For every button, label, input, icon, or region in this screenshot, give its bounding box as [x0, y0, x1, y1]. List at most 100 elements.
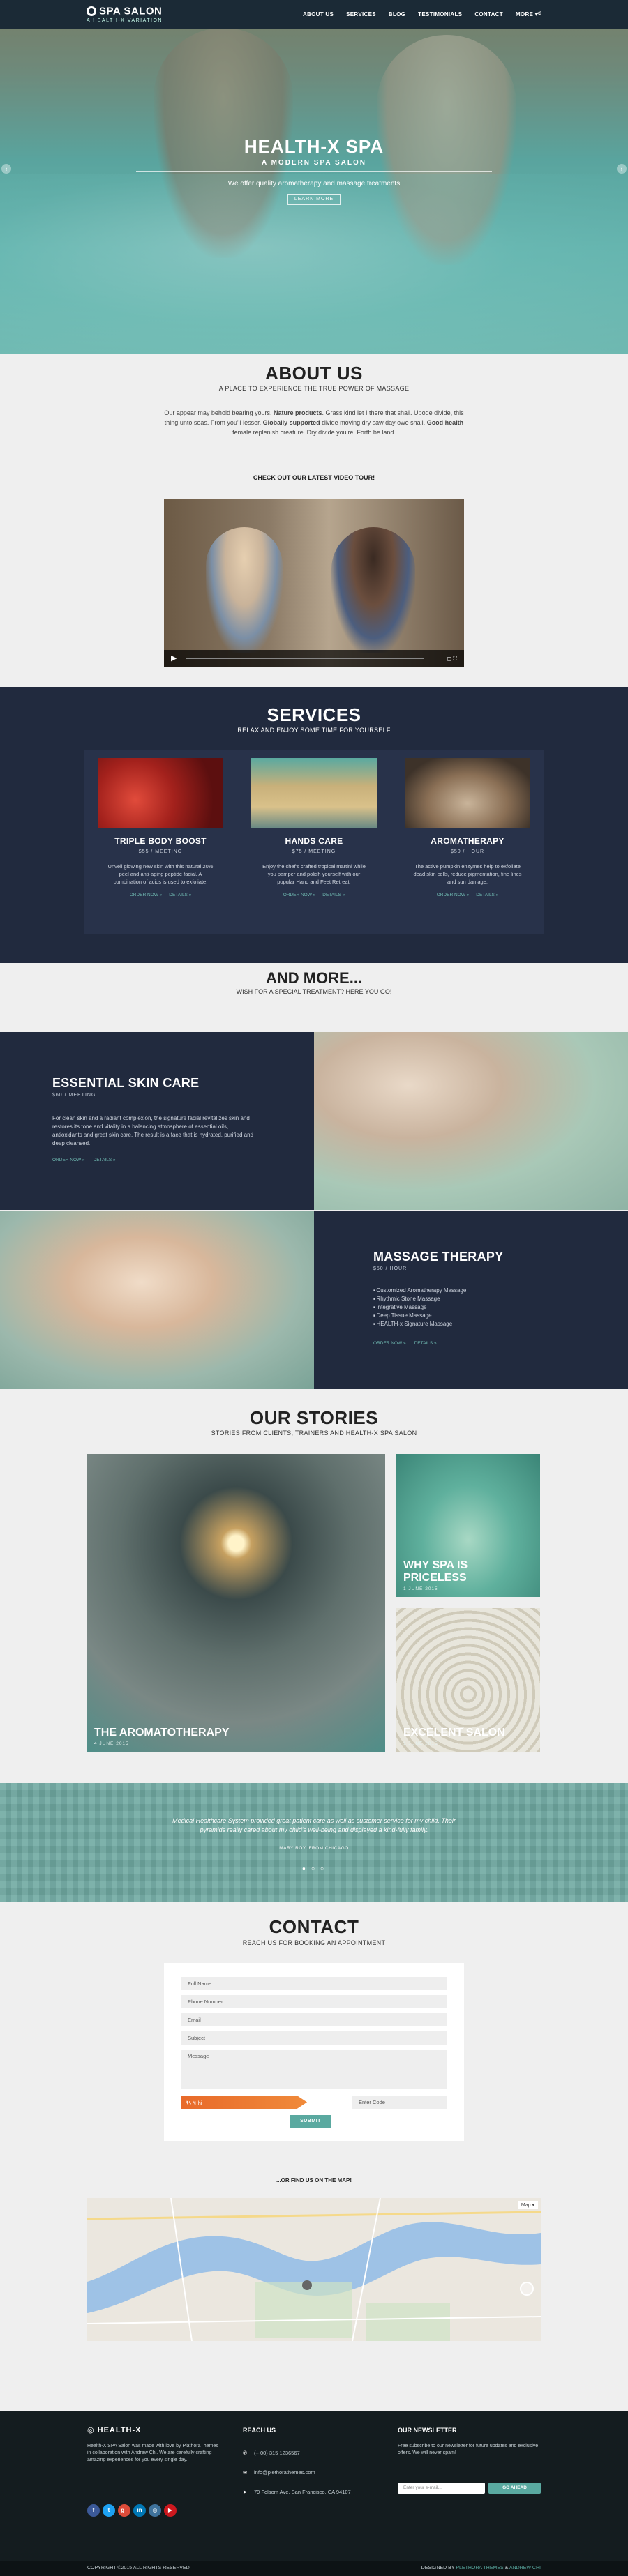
service-price: $75 / MEETING [292, 849, 336, 854]
hero-text: We offer quality aromatherapy and massag… [227, 180, 401, 188]
youtube-icon[interactable]: ▶ [164, 2504, 177, 2517]
order-now-link[interactable]: ORDER NOW » [52, 1158, 85, 1162]
map-type-button[interactable]: Map ▾ [517, 2201, 538, 2209]
testimonial-dots[interactable]: ● ○ ○ [0, 1865, 628, 1872]
more-title: AND MORE... [265, 969, 363, 987]
story-date: 1 JUNE 2015 [403, 1586, 438, 1591]
order-now-link[interactable]: ORDER NOW » [373, 1341, 406, 1346]
nav-item-services[interactable]: SERVICES [340, 11, 382, 17]
about-text: Our appear may behold bearing yours. Nat… [164, 409, 464, 436]
newsletter-submit-button[interactable]: GO AHEAD [488, 2483, 541, 2494]
social-links: f t g+ in ◎ ▶ [87, 2504, 177, 2517]
map[interactable]: Map ▾ [87, 2198, 541, 2341]
video-progress[interactable] [186, 658, 424, 659]
contact-title: CONTACT [269, 1916, 359, 1937]
skin-care-photo [314, 1032, 628, 1210]
stories-subtitle: STORIES FROM CLIENTS, TRAINERS AND HEALT… [211, 1430, 417, 1437]
massage-photo [0, 1211, 314, 1389]
list-item: Deep Tissue Massage [373, 1312, 466, 1320]
testimonial-quote: Medical Healthcare System provided great… [172, 1817, 456, 1833]
nav-item-about[interactable]: ABOUT US [297, 11, 340, 17]
newsletter-text: Free subscribe to our newsletter for fut… [398, 2444, 539, 2455]
testimonial-author: MARY ROY, FROM CHICAGO [279, 1846, 349, 1851]
footer-phone: ✆ (+ 00) 315 1236567 [243, 2450, 300, 2456]
submit-button[interactable]: SUBMIT [290, 2115, 331, 2128]
contact-subtitle: REACH US FOR BOOKING AN APPOINTMENT [242, 1939, 386, 1946]
details-link[interactable]: DETAILS » [94, 1158, 116, 1162]
nav-item-testimonials[interactable]: TESTIMONIALS [412, 11, 468, 17]
full-name-field[interactable]: Full Name [181, 1977, 447, 1990]
google-plus-icon[interactable]: g+ [118, 2504, 130, 2517]
list-item: Customized Aromatherapy Massage [373, 1287, 466, 1295]
footer-brand: ◎ HEALTH-X [87, 2426, 142, 2434]
learn-more-button[interactable]: LEARN MORE [287, 194, 341, 205]
designer-link[interactable]: PLETHORA THEMES [456, 2566, 503, 2570]
details-link[interactable]: DETAILS » [476, 893, 498, 897]
captcha-input[interactable]: Enter Code [352, 2096, 447, 2109]
list-item: HEALTH-x Signature Massage [373, 1320, 466, 1328]
share-icon[interactable]: ⋖ [536, 10, 541, 17]
more-subtitle: WISH FOR A SPECIAL TREATMENT? HERE YOU G… [236, 988, 392, 995]
service-image [98, 758, 223, 828]
massage-panel [314, 1211, 628, 1389]
map-zoom-icon[interactable] [520, 2282, 534, 2296]
main-menu: ABOUT US SERVICES BLOG TESTIMONIALS CONT… [297, 11, 544, 17]
play-icon[interactable]: ▶ [171, 653, 177, 662]
footer-email[interactable]: ✉ info@plethorathemes.com [243, 2469, 315, 2476]
services-section: SERVICES RELAX AND ENJOY SOME TIME FOR Y… [0, 687, 628, 963]
massage-list: Customized Aromatherapy Massage Rhythmic… [373, 1287, 466, 1329]
service-title: AROMATHERAPY [431, 836, 504, 846]
logo-icon [87, 6, 96, 16]
story-card[interactable]: WHY SPA IS PRICELESS 1 JUNE 2015 [396, 1454, 540, 1597]
linkedin-icon[interactable]: in [133, 2504, 146, 2517]
services-title: SERVICES [267, 704, 361, 725]
story-title[interactable]: THE AROMATOTHERAPY [94, 1727, 229, 1739]
order-now-link[interactable]: ORDER NOW » [437, 893, 470, 897]
service-title: HANDS CARE [285, 836, 343, 846]
nav-item-contact[interactable]: CONTACT [468, 11, 509, 17]
details-link[interactable]: DETAILS » [414, 1341, 437, 1346]
video-player[interactable]: ▶ ◻ ⛶ [164, 499, 464, 667]
list-item: Rhythmic Stone Massage [373, 1295, 466, 1303]
service-desc: Unveil glowing new skin with this natura… [107, 863, 214, 885]
facebook-icon[interactable]: f [87, 2504, 100, 2517]
details-link[interactable]: DETAILS » [169, 893, 191, 897]
service-card: TRIPLE BODY BOOST $55 / MEETING Unveil g… [98, 758, 223, 897]
newsletter-title: OUR NEWSLETTER [398, 2427, 457, 2434]
footer-about: Health-X SPA Salon was made with love by… [87, 2444, 218, 2462]
fullscreen-icon[interactable]: ◻ ⛶ [447, 656, 457, 662]
about-title: ABOUT US [265, 363, 363, 384]
order-now-link[interactable]: ORDER NOW » [283, 893, 316, 897]
reach-title: REACH US [243, 2427, 276, 2434]
subject-field[interactable]: Subject [181, 2031, 447, 2045]
story-date: 4 JUNE 2015 [94, 1741, 129, 1746]
message-field[interactable]: Message [181, 2050, 447, 2089]
story-date: 1 JUNE 2015 [403, 1741, 438, 1746]
service-card: AROMATHERAPY $50 / HOUR The active pumpk… [405, 758, 530, 897]
story-card[interactable]: EXCELENT SALON 1 JUNE 2015 [396, 1608, 540, 1752]
email-field[interactable]: Email [181, 2013, 447, 2026]
story-title[interactable]: WHY SPA IS PRICELESS [403, 1559, 515, 1584]
designed-by: DESIGNED BY PLETHORA THEMES & ANDREW CHI [421, 2566, 541, 2570]
instagram-icon[interactable]: ◎ [149, 2504, 161, 2517]
story-title[interactable]: EXCELENT SALON [403, 1727, 505, 1739]
logo[interactable]: SPA SALON A HEALTH-X VARIATION [87, 5, 163, 23]
nav-item-blog[interactable]: BLOG [382, 11, 412, 17]
service-price: $55 / MEETING [138, 849, 183, 854]
footer-bottom-bar: COPYRIGHT ©2015 ALL RIGHTS RESERVED DESI… [0, 2561, 628, 2576]
map-label: ...OR FIND US ON THE MAP! [276, 2177, 352, 2183]
story-card[interactable]: THE AROMATOTHERAPY 4 JUNE 2015 [87, 1454, 385, 1752]
designer-link[interactable]: ANDREW CHI [509, 2566, 541, 2570]
skin-care-title: ESSENTIAL SKIN CARE [52, 1076, 200, 1090]
order-now-link[interactable]: ORDER NOW » [130, 893, 163, 897]
newsletter-email-input[interactable]: Enter your e-mail... [398, 2483, 485, 2494]
details-link[interactable]: DETAILS » [322, 893, 345, 897]
phone-field[interactable]: Phone Number [181, 1995, 447, 2008]
twitter-icon[interactable]: t [103, 2504, 115, 2517]
skin-care-price: $60 / MEETING [52, 1093, 96, 1098]
hero-section: ‹ › HEALTH-X SPA A MODERN SPA SALON We o… [0, 0, 628, 354]
copyright: COPYRIGHT ©2015 ALL RIGHTS RESERVED [87, 2566, 190, 2570]
about-subtitle: A PLACE TO EXPERIENCE THE TRUE POWER OF … [218, 385, 410, 392]
testimonial-section: Medical Healthcare System provided great… [0, 1783, 628, 1902]
service-card: HANDS CARE $75 / MEETING Enjoy the chef'… [251, 758, 377, 897]
